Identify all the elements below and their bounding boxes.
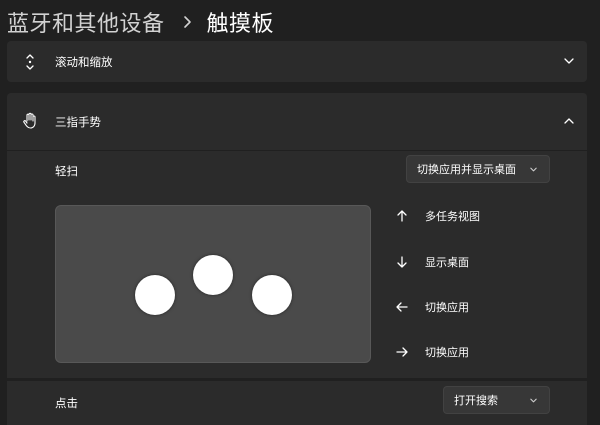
gesture-left-item: 切换应用 bbox=[395, 297, 469, 317]
arrow-up-icon bbox=[397, 210, 407, 222]
arrow-left-icon bbox=[396, 302, 408, 312]
tap-label: 点击 bbox=[55, 396, 78, 410]
finger-dot-right bbox=[252, 275, 292, 315]
chevron-right-icon bbox=[183, 16, 191, 28]
touchpad-preview bbox=[55, 205, 371, 363]
page-title: 触摸板 bbox=[206, 12, 275, 37]
finger-dot-left bbox=[135, 275, 175, 315]
scroll-arrows-icon bbox=[26, 54, 34, 70]
breadcrumb: 蓝牙和其他设备 触摸板 bbox=[7, 6, 274, 38]
chevron-down-icon bbox=[530, 167, 537, 172]
section-three-finger-gestures[interactable]: 三指手势 bbox=[7, 93, 587, 150]
section-scroll-zoom[interactable]: 滚动和缩放 bbox=[7, 41, 587, 82]
arrow-right-icon bbox=[396, 347, 408, 357]
tap-action-value: 打开搜索 bbox=[454, 394, 498, 407]
chevron-up-icon[interactable] bbox=[563, 115, 575, 127]
gesture-up-label: 多任务视图 bbox=[425, 210, 480, 223]
gesture-up-item: 多任务视图 bbox=[395, 206, 480, 226]
swipe-label: 轻扫 bbox=[55, 164, 78, 178]
chevron-down-icon bbox=[530, 398, 537, 403]
section-three-finger-label: 三指手势 bbox=[55, 115, 101, 129]
gesture-left-label: 切换应用 bbox=[425, 301, 469, 314]
tap-action-dropdown[interactable]: 打开搜索 bbox=[443, 386, 550, 414]
touchpad-settings-page: 蓝牙和其他设备 触摸板 滚动和缩放 三指手势 轻扫 切换应用并显示桌面 多任务视… bbox=[0, 0, 600, 425]
swipe-action-value: 切换应用并显示桌面 bbox=[417, 163, 516, 176]
breadcrumb-parent-link[interactable]: 蓝牙和其他设备 bbox=[7, 6, 165, 38]
hand-pointer-icon bbox=[23, 112, 36, 129]
arrow-down-icon bbox=[397, 256, 407, 268]
chevron-down-icon[interactable] bbox=[563, 55, 575, 67]
swipe-settings-panel: 轻扫 切换应用并显示桌面 多任务视图 显示桌面 切换应用 切换应用 bbox=[7, 151, 587, 378]
gesture-right-label: 切换应用 bbox=[425, 346, 469, 359]
finger-dot-middle bbox=[193, 255, 233, 295]
tap-settings-row: 点击 打开搜索 bbox=[7, 381, 587, 425]
section-scroll-zoom-label: 滚动和缩放 bbox=[55, 55, 113, 69]
gesture-down-label: 显示桌面 bbox=[425, 256, 469, 269]
gesture-right-item: 切换应用 bbox=[395, 342, 469, 362]
gesture-down-item: 显示桌面 bbox=[395, 252, 469, 272]
swipe-action-dropdown[interactable]: 切换应用并显示桌面 bbox=[406, 155, 550, 183]
